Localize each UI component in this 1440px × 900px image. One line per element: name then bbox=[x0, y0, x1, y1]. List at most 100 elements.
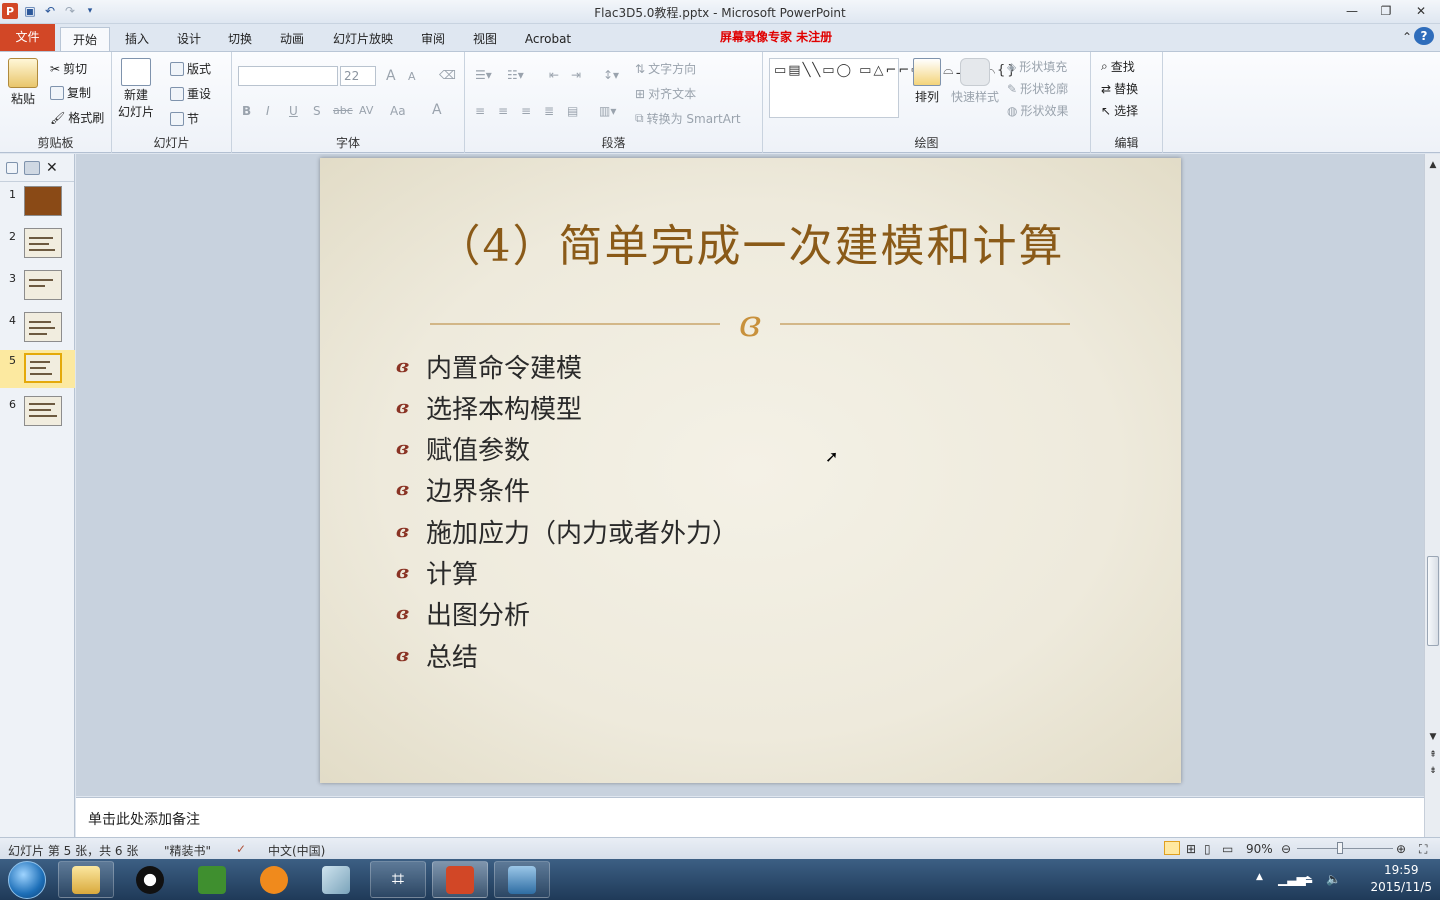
language-indicator[interactable]: 中文(中国) bbox=[268, 842, 325, 859]
next-slide-icon[interactable]: ⇟ bbox=[1425, 764, 1440, 778]
copy-button[interactable]: 复制 bbox=[50, 84, 91, 101]
decrease-indent-icon[interactable]: ⇤ bbox=[549, 68, 559, 82]
select-button[interactable]: ↖ 选择 bbox=[1101, 102, 1138, 119]
close-button[interactable]: ✕ bbox=[1406, 2, 1436, 20]
strikethrough-button[interactable]: abc bbox=[333, 104, 353, 117]
tab-animations[interactable]: 动画 bbox=[270, 27, 314, 51]
line-spacing-icon[interactable]: ↕▾ bbox=[603, 68, 619, 82]
slide-thumbnail[interactable]: 6 bbox=[0, 396, 75, 436]
tab-home[interactable]: 开始 bbox=[60, 27, 110, 51]
bullet-item[interactable]: ɞ 施加应力（内力或者外力） bbox=[396, 513, 738, 549]
justify-icon[interactable]: ≣ bbox=[544, 104, 554, 118]
tray-expand-icon[interactable]: ▲ bbox=[1256, 872, 1263, 882]
quick-styles-button[interactable]: 快速样式 bbox=[951, 58, 999, 105]
minimize-button[interactable]: — bbox=[1337, 2, 1367, 20]
help-icon[interactable]: ? bbox=[1414, 27, 1434, 45]
tab-insert[interactable]: 插入 bbox=[115, 27, 159, 51]
taskbar-evernote[interactable] bbox=[184, 861, 240, 898]
numbering-icon[interactable]: ☷▾ bbox=[507, 68, 524, 82]
slideshow-view-icon[interactable]: ▭ bbox=[1222, 842, 1233, 856]
bullet-item[interactable]: ɞ 出图分析 bbox=[396, 596, 530, 632]
shape-fill-button[interactable]: ◈ 形状填充 bbox=[1007, 58, 1067, 75]
taskbar-powerpoint[interactable] bbox=[432, 861, 488, 898]
slide-sorter-icon[interactable]: ⊞ bbox=[1186, 842, 1196, 856]
tab-file[interactable]: 文件 bbox=[0, 24, 55, 51]
tab-review[interactable]: 审阅 bbox=[411, 27, 455, 51]
taskbar-flac3d[interactable]: ⌗ bbox=[370, 861, 426, 898]
align-text-button[interactable]: ⊞ 对齐文本 bbox=[635, 85, 696, 102]
align-center-icon[interactable]: ≡ bbox=[498, 104, 508, 118]
format-painter-button[interactable]: 🖌 格式刷 bbox=[50, 109, 104, 126]
taskbar-explorer[interactable] bbox=[58, 861, 114, 898]
tab-acrobat[interactable]: Acrobat bbox=[518, 27, 578, 51]
font-name-select[interactable] bbox=[238, 66, 338, 86]
slide-thumbnail[interactable]: 3 bbox=[0, 270, 75, 310]
bullet-item[interactable]: ɞ 总结 bbox=[396, 637, 478, 673]
reset-button[interactable]: 重设 bbox=[170, 85, 211, 102]
shapes-gallery[interactable]: ▭▤╲╲▭◯ ▭△⌐⌐⇨⇩ ⌓⎇⌒⌒{} bbox=[769, 58, 1016, 118]
taskbar-app[interactable] bbox=[308, 861, 364, 898]
tab-view[interactable]: 视图 bbox=[463, 27, 507, 51]
shadow-button[interactable]: S bbox=[313, 104, 321, 118]
bullet-item[interactable]: ɞ 内置命令建模 bbox=[396, 348, 582, 384]
previous-slide-icon[interactable]: ⇞ bbox=[1425, 748, 1440, 762]
volume-icon[interactable]: 🔈 bbox=[1326, 872, 1341, 886]
bullet-item[interactable]: ɞ 赋值参数 bbox=[396, 431, 530, 467]
scrollbar-thumb[interactable] bbox=[1427, 556, 1439, 646]
spell-check-icon[interactable]: ✓ bbox=[236, 842, 246, 856]
align-left-icon[interactable]: ≡ bbox=[475, 104, 485, 118]
zoom-out-icon[interactable]: ⊖ bbox=[1281, 842, 1291, 856]
restore-button[interactable]: ❐ bbox=[1371, 2, 1401, 20]
scroll-down-icon[interactable]: ▼ bbox=[1425, 730, 1440, 744]
font-size-select[interactable]: 22 bbox=[340, 66, 376, 86]
fit-to-window-icon[interactable]: ⛶ bbox=[1419, 842, 1427, 857]
section-button[interactable]: 节 bbox=[170, 110, 199, 127]
shrink-font-button[interactable]: A bbox=[408, 70, 416, 83]
slide-thumbnail[interactable]: 1 bbox=[0, 186, 75, 226]
start-button[interactable] bbox=[8, 861, 46, 899]
bullet-item[interactable]: ɞ 选择本构模型 bbox=[396, 389, 582, 425]
taskbar-qq[interactable] bbox=[122, 861, 178, 898]
slide-thumbnail[interactable]: 2 bbox=[0, 228, 75, 268]
align-right-icon[interactable]: ≡ bbox=[521, 104, 531, 118]
text-direction-button[interactable]: ⇅ 文字方向 bbox=[635, 60, 696, 77]
tab-transitions[interactable]: 切换 bbox=[218, 27, 262, 51]
tab-design[interactable]: 设计 bbox=[167, 27, 211, 51]
slide-thumbnail-active[interactable]: 5 bbox=[0, 350, 75, 388]
shape-outline-button[interactable]: ✎ 形状轮廓 bbox=[1007, 80, 1068, 97]
smartart-button[interactable]: ⧉ 转换为 SmartArt bbox=[635, 110, 741, 127]
bold-button[interactable]: B bbox=[242, 104, 251, 118]
cut-button[interactable]: ✂ 剪切 bbox=[50, 60, 87, 77]
scroll-up-icon[interactable]: ▲ bbox=[1425, 158, 1440, 172]
zoom-in-icon[interactable]: ⊕ bbox=[1396, 842, 1406, 856]
outline-tab-icon[interactable] bbox=[24, 160, 40, 175]
slides-tab-icon[interactable] bbox=[6, 161, 18, 174]
font-color-button[interactable]: A bbox=[432, 102, 442, 118]
italic-button[interactable]: I bbox=[266, 104, 270, 118]
columns-icon[interactable]: ▥▾ bbox=[599, 104, 616, 118]
increase-indent-icon[interactable]: ⇥ bbox=[571, 68, 581, 82]
shape-effects-button[interactable]: ◍ 形状效果 bbox=[1007, 102, 1069, 119]
normal-view-icon[interactable] bbox=[1164, 841, 1180, 855]
bullet-item[interactable]: ɞ 计算 bbox=[396, 555, 478, 591]
tab-slideshow[interactable]: 幻灯片放映 bbox=[325, 27, 401, 51]
layout-button[interactable]: 版式 bbox=[170, 60, 211, 77]
taskbar-uc-browser[interactable] bbox=[246, 861, 302, 898]
arrange-button[interactable]: 排列 bbox=[913, 58, 941, 105]
zoom-level[interactable]: 90% bbox=[1246, 842, 1273, 856]
paste-button[interactable]: 粘贴 bbox=[8, 58, 38, 107]
zoom-slider-thumb[interactable] bbox=[1337, 842, 1343, 854]
taskbar-screen-recorder[interactable] bbox=[494, 861, 550, 898]
vertical-scrollbar[interactable]: ▲ ▼ ⇞ ⇟ bbox=[1424, 154, 1440, 837]
find-button[interactable]: ⌕ 查找 bbox=[1101, 58, 1135, 75]
reading-view-icon[interactable]: ▯ bbox=[1204, 842, 1211, 856]
grow-font-button[interactable]: A bbox=[386, 68, 396, 84]
replace-button[interactable]: ⇄ 替换 bbox=[1101, 80, 1138, 97]
change-case-button[interactable]: Aa bbox=[390, 104, 406, 118]
slide-thumbnail[interactable]: 4 bbox=[0, 312, 75, 352]
notes-pane[interactable]: 单击此处添加备注 bbox=[76, 797, 1424, 837]
close-pane-icon[interactable]: ✕ bbox=[46, 160, 58, 176]
char-spacing-button[interactable]: AV bbox=[359, 104, 373, 117]
bullets-icon[interactable]: ☰▾ bbox=[475, 68, 492, 82]
bullet-item[interactable]: ɞ 边界条件 bbox=[396, 472, 530, 508]
